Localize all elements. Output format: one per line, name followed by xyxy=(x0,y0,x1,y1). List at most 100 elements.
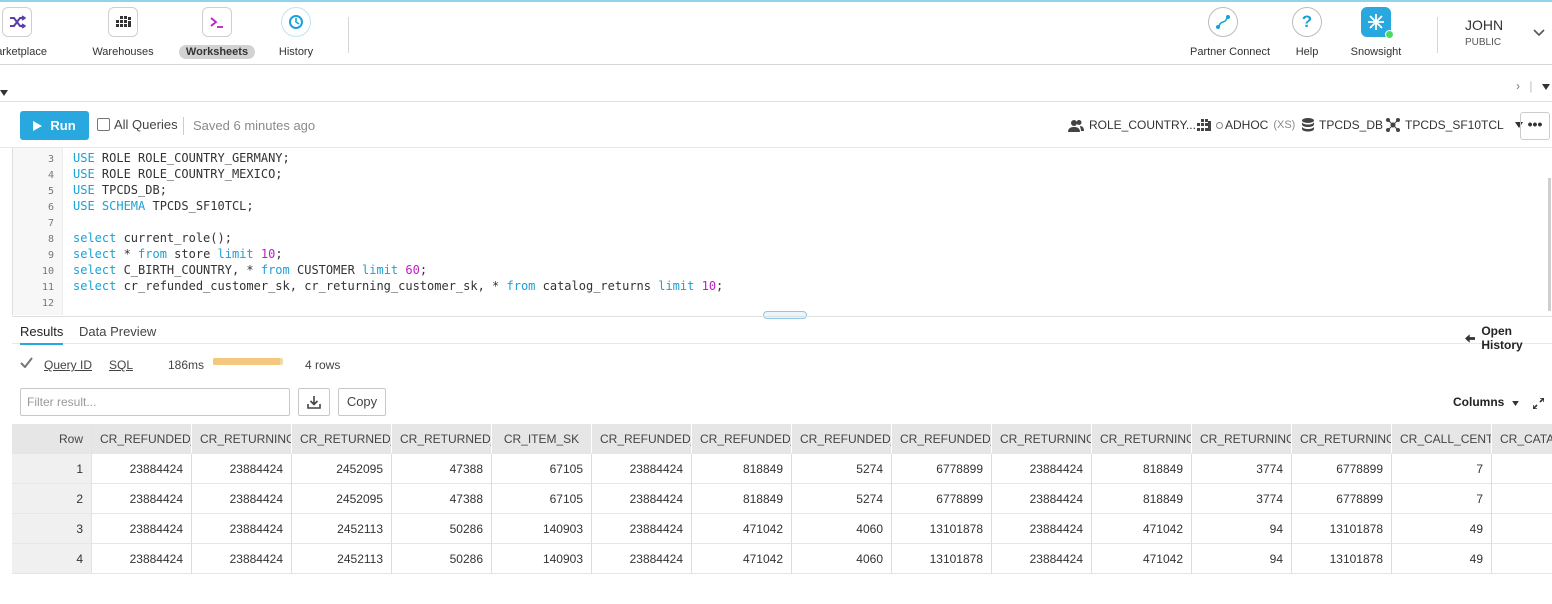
table-row[interactable]: 2 23884424 23884424 2452095 47388 67105 238844… xyxy=(12,484,1552,514)
table-cell[interactable]: 3774 xyxy=(1192,484,1292,514)
tab-results[interactable]: Results xyxy=(20,324,64,345)
table-cell[interactable]: 23884424 xyxy=(992,484,1092,514)
table-cell[interactable]: 50286 xyxy=(392,544,492,574)
table-cell[interactable]: 23884424 xyxy=(592,454,692,484)
table-cell[interactable]: 7 xyxy=(1392,484,1492,514)
table-cell[interactable]: 13101878 xyxy=(1292,514,1392,544)
table-cell[interactable]: 1 xyxy=(1492,484,1552,514)
user-menu[interactable]: JOHN PUBLIC xyxy=(1465,17,1503,48)
table-cell[interactable]: 140903 xyxy=(492,544,592,574)
editor-scrollbar[interactable] xyxy=(1548,178,1551,311)
table-cell[interactable]: 2452113 xyxy=(292,514,392,544)
table-cell[interactable]: 23884424 xyxy=(592,514,692,544)
column-header[interactable]: CR_REFUNDED_ xyxy=(692,424,792,454)
sql-link[interactable]: SQL xyxy=(109,358,133,372)
table-cell[interactable]: 471042 xyxy=(692,544,792,574)
table-cell[interactable]: 94 xyxy=(1192,544,1292,574)
table-cell[interactable]: 23884424 xyxy=(592,484,692,514)
table-cell[interactable]: 6778899 xyxy=(892,454,992,484)
nav-worksheets[interactable]: Worksheets xyxy=(177,7,257,60)
column-header[interactable]: CR_RETURNED_ xyxy=(292,424,392,454)
column-header[interactable]: CR_REFUNDED_ xyxy=(92,424,192,454)
table-cell[interactable]: 23884424 xyxy=(92,514,192,544)
table-cell[interactable]: 818849 xyxy=(1092,454,1192,484)
column-header[interactable]: CR_REFUNDED_ xyxy=(792,424,892,454)
caret-down-icon[interactable] xyxy=(0,83,10,96)
chevron-down-icon[interactable] xyxy=(1533,24,1545,42)
table-cell[interactable]: 23884424 xyxy=(992,514,1092,544)
table-cell[interactable]: 23884424 xyxy=(592,544,692,574)
table-cell[interactable]: 1 xyxy=(1492,544,1552,574)
table-row[interactable]: 1 23884424 23884424 2452095 47388 67105 238844… xyxy=(12,454,1552,484)
table-cell[interactable]: 6778899 xyxy=(892,484,992,514)
chevron-right-icon[interactable]: › xyxy=(1516,79,1520,93)
table-row[interactable]: 4 23884424 23884424 2452113 50286 140903 23884… xyxy=(12,544,1552,574)
column-header[interactable]: CR_RETURNING xyxy=(992,424,1092,454)
query-id-link[interactable]: Query ID xyxy=(44,358,92,372)
table-cell[interactable]: 4060 xyxy=(792,514,892,544)
table-cell[interactable]: 23884424 xyxy=(192,544,292,574)
table-cell[interactable]: 471042 xyxy=(692,514,792,544)
nav-snowsight[interactable]: Snowsight xyxy=(1336,7,1416,60)
column-header[interactable]: CR_CATA xyxy=(1492,424,1552,454)
table-cell[interactable]: 471042 xyxy=(1092,514,1192,544)
table-cell[interactable]: 94 xyxy=(1192,514,1292,544)
column-header[interactable]: CR_ITEM_SK xyxy=(492,424,592,454)
table-cell[interactable]: 23884424 xyxy=(192,514,292,544)
table-cell[interactable]: 1 xyxy=(1492,514,1552,544)
table-cell[interactable]: 2452095 xyxy=(292,454,392,484)
table-cell[interactable]: 6778899 xyxy=(1292,484,1392,514)
table-cell[interactable]: 5274 xyxy=(792,484,892,514)
table-cell[interactable]: 49 xyxy=(1392,514,1492,544)
table-cell[interactable]: 140903 xyxy=(492,514,592,544)
row-number-cell[interactable]: 2 xyxy=(12,484,92,514)
table-row[interactable]: 3 23884424 23884424 2452113 50286 140903 23884… xyxy=(12,514,1552,544)
sql-editor[interactable]: 3 USE ROLE ROLE_COUNTRY_GERMANY; 4 USE ROLE… xyxy=(12,148,1552,315)
columns-menu[interactable]: Columns xyxy=(1453,395,1519,409)
table-cell[interactable]: 13101878 xyxy=(892,544,992,574)
nav-help[interactable]: ? Help xyxy=(1267,7,1347,60)
column-header[interactable]: CR_REFUNDED_ xyxy=(892,424,992,454)
table-cell[interactable]: 47388 xyxy=(392,454,492,484)
column-header[interactable]: CR_RETURNED_ xyxy=(392,424,492,454)
row-number-cell[interactable]: 4 xyxy=(12,544,92,574)
table-cell[interactable]: 6778899 xyxy=(1292,454,1392,484)
column-header[interactable]: CR_RETURNING xyxy=(1292,424,1392,454)
table-cell[interactable]: 23884424 xyxy=(92,544,192,574)
warehouse-selector[interactable]: ADHOC (XS) xyxy=(1197,118,1295,132)
table-cell[interactable]: 818849 xyxy=(692,454,792,484)
database-selector[interactable]: TPCDS_DB xyxy=(1302,118,1383,132)
column-header[interactable]: CR_CALL_CENTI xyxy=(1392,424,1492,454)
role-selector[interactable]: ROLE_COUNTRY... xyxy=(1068,118,1196,132)
nav-marketplace[interactable]: Marketplace xyxy=(0,7,57,60)
download-button[interactable] xyxy=(298,388,330,416)
table-cell[interactable]: 2452113 xyxy=(292,544,392,574)
table-cell[interactable]: 13101878 xyxy=(1292,544,1392,574)
tab-scroll-controls[interactable]: › | xyxy=(1516,79,1550,93)
nav-warehouses[interactable]: Warehouses xyxy=(83,7,163,60)
tab-data-preview[interactable]: Data Preview xyxy=(79,324,156,339)
table-cell[interactable]: 50286 xyxy=(392,514,492,544)
table-cell[interactable]: 49 xyxy=(1392,544,1492,574)
schema-selector[interactable]: TPCDS_SF10TCL xyxy=(1386,118,1523,132)
table-cell[interactable]: 47388 xyxy=(392,484,492,514)
nav-partner-connect[interactable]: Partner Connect xyxy=(1183,7,1270,60)
table-cell[interactable]: 1 xyxy=(1492,454,1552,484)
table-cell[interactable]: 818849 xyxy=(1092,484,1192,514)
table-cell[interactable]: 471042 xyxy=(1092,544,1192,574)
row-number-cell[interactable]: 1 xyxy=(12,454,92,484)
table-cell[interactable]: 23884424 xyxy=(192,484,292,514)
table-cell[interactable]: 23884424 xyxy=(192,454,292,484)
column-header[interactable]: CR_REFUNDED_ xyxy=(592,424,692,454)
table-cell[interactable]: 5274 xyxy=(792,454,892,484)
table-cell[interactable]: 67105 xyxy=(492,484,592,514)
all-queries-checkbox[interactable] xyxy=(97,118,110,131)
table-cell[interactable]: 23884424 xyxy=(992,544,1092,574)
table-cell[interactable]: 13101878 xyxy=(892,514,992,544)
filter-result-input[interactable] xyxy=(20,388,290,416)
caret-down-icon[interactable] xyxy=(1541,84,1550,90)
table-cell[interactable]: 67105 xyxy=(492,454,592,484)
run-button[interactable]: Run xyxy=(20,111,89,140)
table-cell[interactable]: 818849 xyxy=(692,484,792,514)
column-header[interactable]: CR_RETURNING xyxy=(1192,424,1292,454)
